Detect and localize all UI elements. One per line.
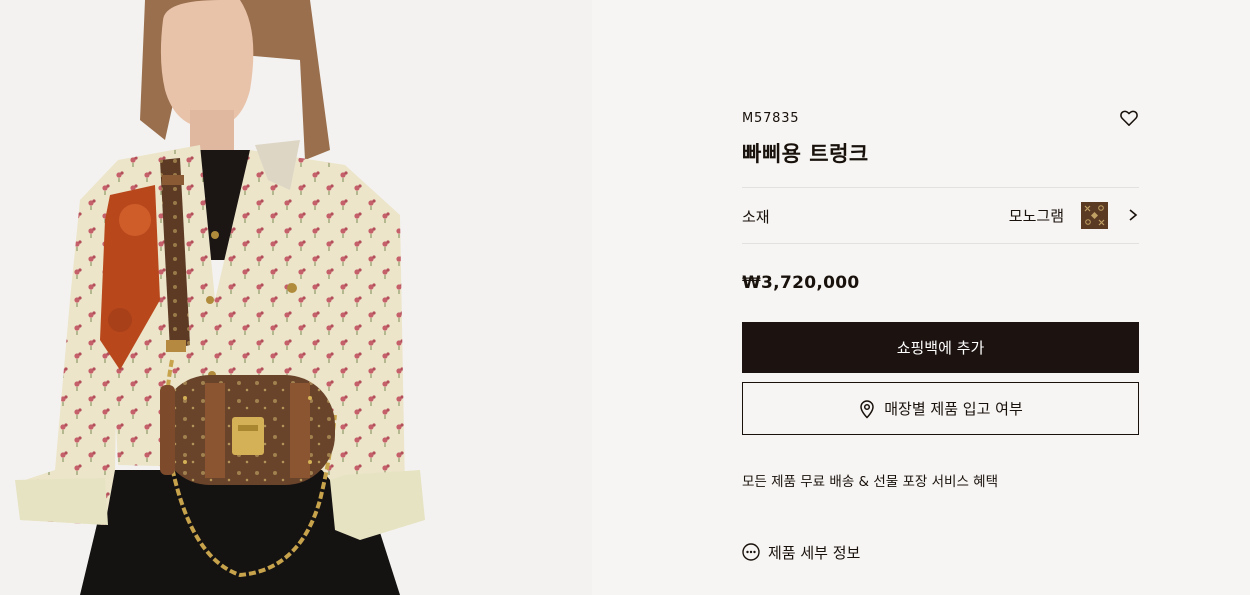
material-value: 모노그램	[1008, 207, 1064, 225]
add-to-bag-label: 쇼핑백에 추가	[896, 339, 985, 357]
product-details-label: 제품 세부 정보	[768, 543, 861, 562]
material-label: 소재	[742, 208, 770, 226]
product-image	[0, 0, 592, 595]
product-title: 빠삐용 트렁크	[742, 142, 869, 166]
product-price: ₩3,720,000	[742, 273, 860, 293]
material-selector[interactable]: 소재 모노그램	[742, 188, 1139, 243]
store-availability-button[interactable]: 매장별 제품 입고 여부	[742, 382, 1139, 435]
heart-outline-icon[interactable]	[1119, 108, 1139, 128]
ellipsis-circle-icon	[742, 543, 760, 561]
monogram-swatch	[1081, 202, 1108, 229]
shipping-benefit-link[interactable]: 모든 제품 무료 배송 & 선물 포장 서비스 혜택	[742, 470, 998, 490]
product-details-link[interactable]: 제품 세부 정보	[742, 541, 860, 563]
model-wearing-bag-illustration	[0, 0, 592, 595]
divider	[742, 243, 1139, 244]
chevron-right-icon	[1129, 209, 1138, 221]
product-info-panel: M57835 빠삐용 트렁크 소재 모노그램 ₩3,720,000 쇼핑백에 추…	[742, 0, 1139, 595]
product-sku: M57835	[742, 111, 800, 126]
add-to-bag-button[interactable]: 쇼핑백에 추가	[742, 322, 1139, 373]
location-pin-icon	[860, 399, 874, 419]
store-availability-label: 매장별 제품 입고 여부	[884, 400, 1023, 418]
